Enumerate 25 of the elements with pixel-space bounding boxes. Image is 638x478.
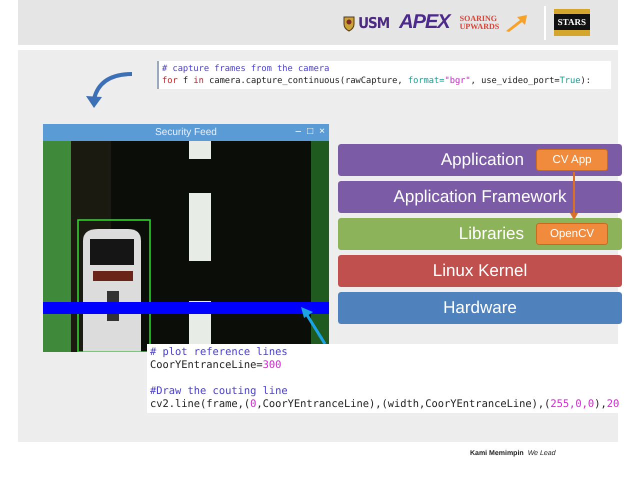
component-badge: OpenCV <box>536 223 608 245</box>
window-control[interactable]: – <box>296 126 302 138</box>
crest-icon <box>342 14 356 32</box>
code-line: #Draw the couting line <box>150 385 289 398</box>
code-line: # plot reference lines <box>150 346 289 359</box>
down-arrow-icon <box>570 172 578 220</box>
code-line: CoorYEntranceLine=300 <box>150 359 282 372</box>
logo-text: SOARING UPWARDS <box>460 14 500 30</box>
code-line: cv2.line(frame,(0,CoorYEntranceLine),(width,CoorYEntranceLine),(255,0,0),20 <box>150 398 620 411</box>
logo-text: USM <box>358 14 390 32</box>
stack-layer: Hardware <box>338 292 622 324</box>
stack-layer: Application Framework <box>338 181 622 213</box>
stack-layer: Libraries OpenCV <box>338 218 622 250</box>
component-badge: CV App <box>536 149 608 171</box>
stack-layer: Linux Kernel <box>338 255 622 287</box>
code-line: # capture frames from the camera <box>162 63 330 75</box>
window-control[interactable]: × <box>319 126 325 138</box>
stack-layer: Application CV App <box>338 144 622 176</box>
upward-arrow-icon <box>506 14 528 32</box>
window-control[interactable]: □ <box>307 126 314 138</box>
window-title: Security Feed <box>155 127 217 138</box>
code-line: for f in camera.capture_continuous(rawCapture, format="bgr", use_video_port=True): <box>162 75 592 87</box>
pointer-arrow-icon <box>300 306 328 346</box>
logo-text: APEX <box>399 11 450 34</box>
logo-badge: STARS <box>554 9 590 36</box>
